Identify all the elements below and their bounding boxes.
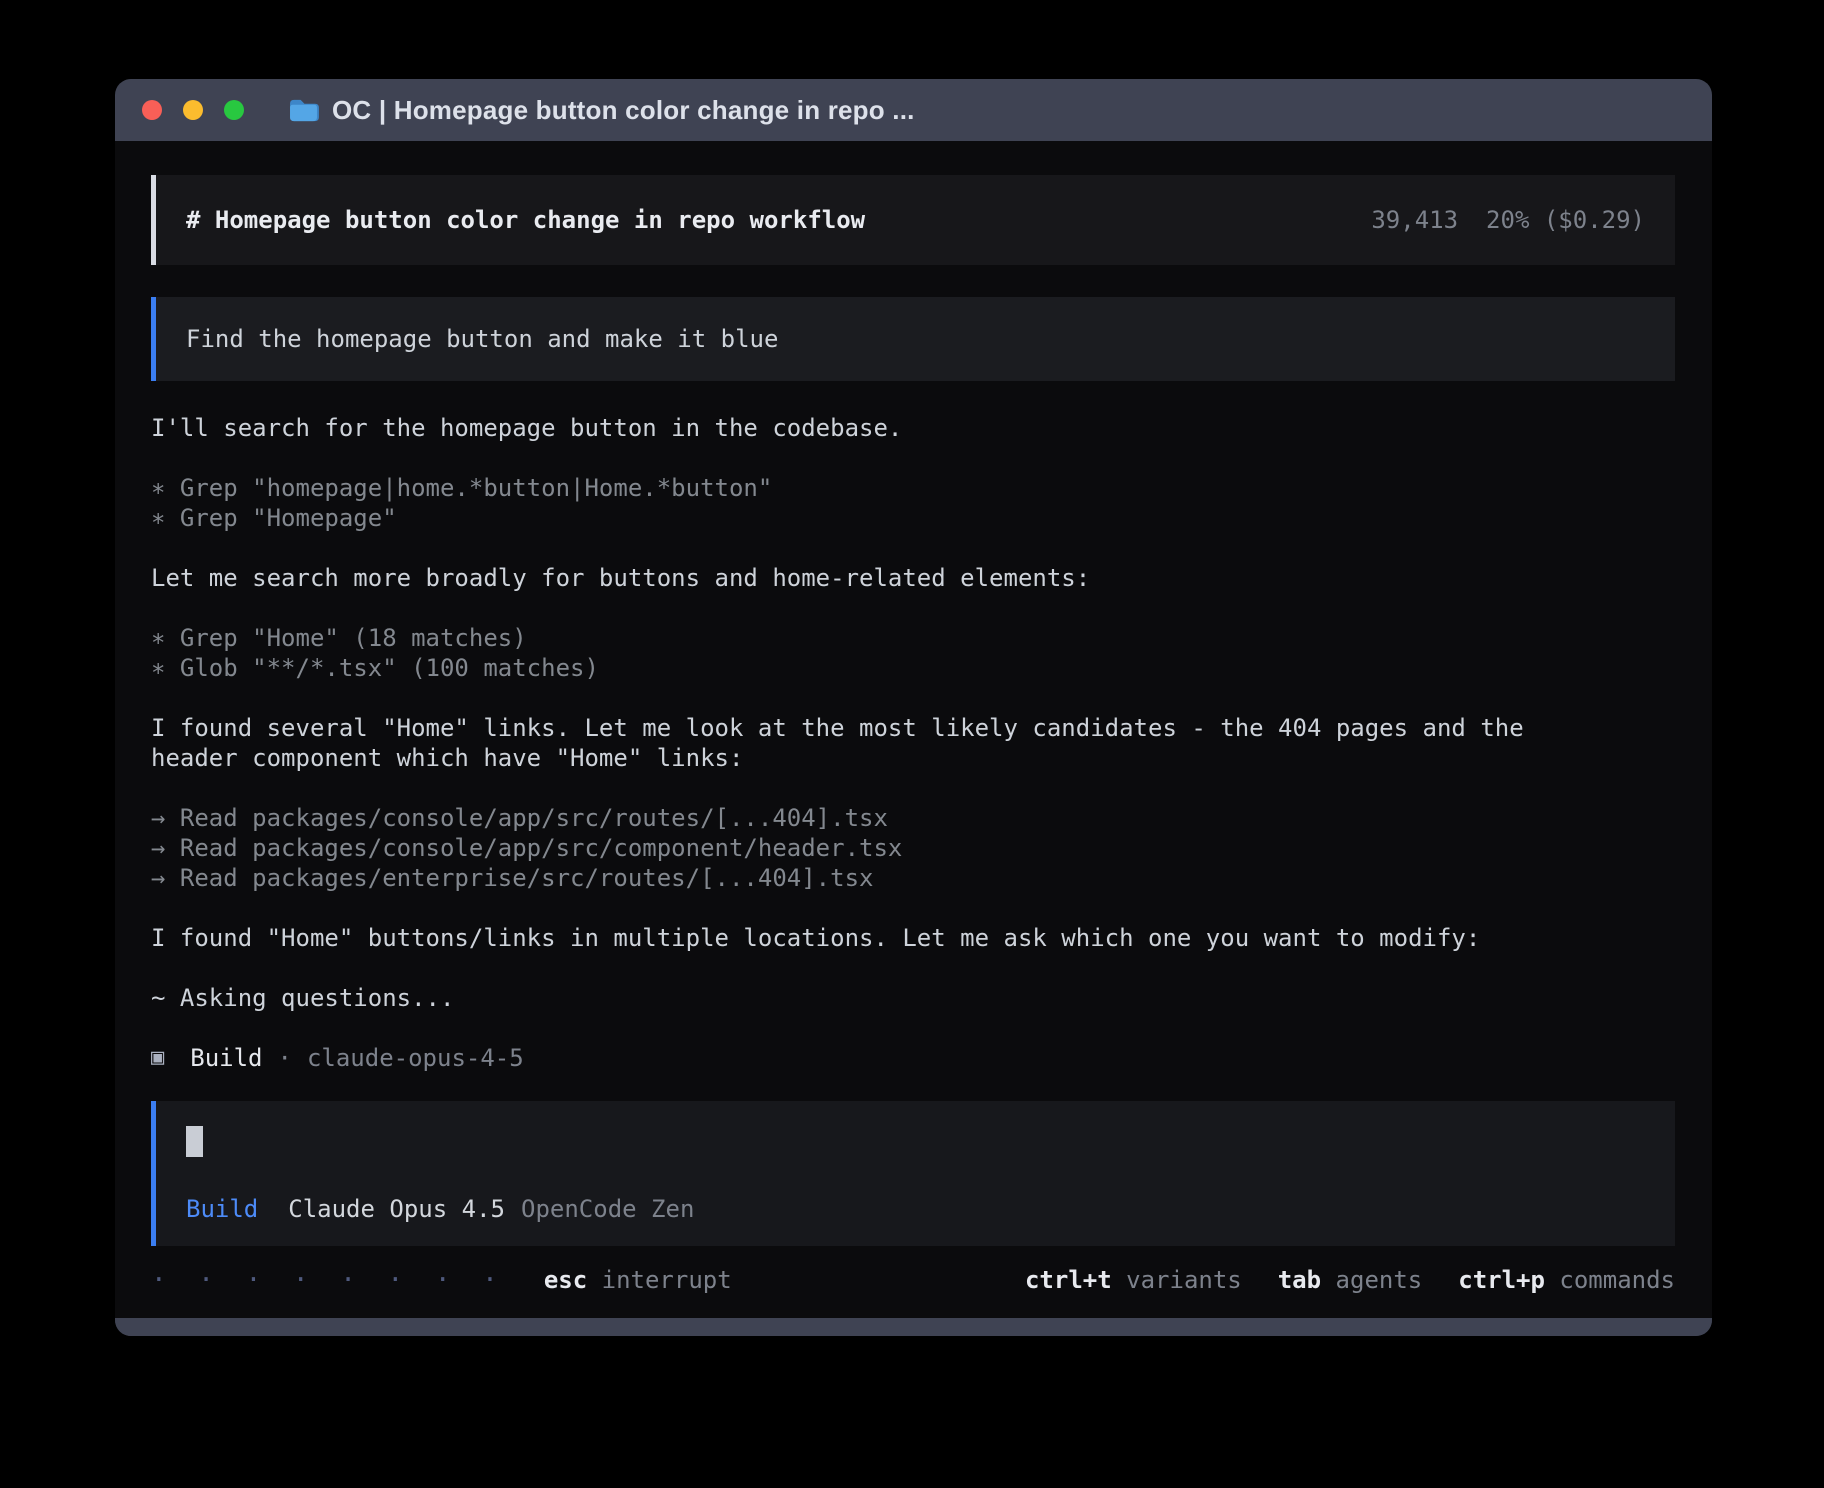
window-title: OC | Homepage button color change in rep… — [332, 95, 915, 126]
agent-status-row: ▣ Build · claude-opus-4-5 — [151, 1043, 1611, 1073]
context-usage: 20% ($0.29) — [1486, 205, 1645, 235]
session-stats: 39,413 20% ($0.29) — [1371, 205, 1645, 235]
tool-call-group: ∗ Grep "homepage|home.*button|Home.*butt… — [151, 473, 1611, 533]
agent-icon: ▣ — [151, 1043, 164, 1073]
assistant-status-line: ~ Asking questions... — [151, 983, 1611, 1013]
agent-model: claude-opus-4-5 — [307, 1043, 524, 1073]
terminal-body: # Homepage button color change in repo w… — [115, 141, 1712, 1318]
assistant-paragraph: I'll search for the homepage button in t… — [151, 413, 1611, 443]
close-window-button[interactable] — [142, 100, 162, 120]
user-message: Find the homepage button and make it blu… — [151, 297, 1675, 381]
commands-label: commands — [1559, 1266, 1675, 1294]
user-message-text: Find the homepage button and make it blu… — [186, 324, 778, 354]
tool-call-group: → Read packages/console/app/src/routes/[… — [151, 803, 1611, 893]
minimize-window-button[interactable] — [183, 100, 203, 120]
terminal-window: OC | Homepage button color change in rep… — [115, 79, 1712, 1336]
interrupt-label: interrupt — [602, 1266, 732, 1294]
agent-mode-label: Build — [186, 1194, 258, 1224]
tool-call-read: → Read packages/console/app/src/routes/[… — [151, 803, 1611, 833]
text-cursor — [186, 1126, 203, 1157]
assistant-paragraph: I found "Home" buttons/links in multiple… — [151, 923, 1611, 953]
spinner-dots: · · · · · · · · — [151, 1265, 506, 1295]
tool-call-read: → Read packages/console/app/src/componen… — [151, 833, 1611, 863]
interrupt-hint: esc interrupt — [544, 1265, 732, 1295]
token-count: 39,413 — [1371, 205, 1458, 235]
tool-call-glob: ∗ Glob "**/*.tsx" (100 matches) — [151, 653, 1611, 683]
zoom-window-button[interactable] — [224, 100, 244, 120]
window-title-group: OC | Homepage button color change in rep… — [288, 95, 915, 126]
variants-hint: ctrl+t variants — [1025, 1265, 1242, 1295]
commands-key: ctrl+p — [1458, 1266, 1545, 1294]
agents-label: agents — [1336, 1266, 1423, 1294]
input-mode-line: Build Claude Opus 4.5 OpenCode Zen — [186, 1194, 1645, 1224]
traffic-lights — [142, 100, 244, 120]
tool-call-grep: ∗ Grep "Homepage" — [151, 503, 1611, 533]
tool-call-grep: ∗ Grep "homepage|home.*button|Home.*butt… — [151, 473, 1611, 503]
tool-call-read: → Read packages/enterprise/src/routes/[.… — [151, 863, 1611, 893]
agents-key: tab — [1278, 1266, 1321, 1294]
commands-hint: ctrl+p commands — [1458, 1265, 1675, 1295]
session-title: # Homepage button color change in repo w… — [186, 205, 865, 235]
keyboard-hints: ctrl+t variants tab agents ctrl+p comman… — [1025, 1265, 1675, 1295]
variants-label: variants — [1126, 1266, 1242, 1294]
tool-call-grep: ∗ Grep "Home" (18 matches) — [151, 623, 1611, 653]
model-name: Claude Opus 4.5 — [288, 1194, 505, 1224]
window-titlebar[interactable]: OC | Homepage button color change in rep… — [115, 79, 1712, 141]
variants-key: ctrl+t — [1025, 1266, 1112, 1294]
provider-name: OpenCode Zen — [521, 1194, 694, 1224]
status-bar: · · · · · · · · esc interrupt ctrl+t var… — [151, 1263, 1675, 1297]
assistant-paragraph: Let me search more broadly for buttons a… — [151, 563, 1611, 593]
agent-name: Build — [190, 1043, 262, 1073]
assistant-response: I'll search for the homepage button in t… — [151, 413, 1611, 1073]
folder-icon — [288, 98, 319, 123]
window-bottom-edge — [115, 1318, 1712, 1336]
tool-call-group: ∗ Grep "Home" (18 matches) ∗ Glob "**/*.… — [151, 623, 1611, 683]
session-header: # Homepage button color change in repo w… — [151, 175, 1675, 265]
agent-separator: · — [278, 1043, 292, 1073]
prompt-input[interactable]: Build Claude Opus 4.5 OpenCode Zen — [151, 1101, 1675, 1246]
agents-hint: tab agents — [1278, 1265, 1423, 1295]
assistant-paragraph: I found several "Home" links. Let me loo… — [151, 713, 1611, 773]
esc-key-label: esc — [544, 1266, 587, 1294]
